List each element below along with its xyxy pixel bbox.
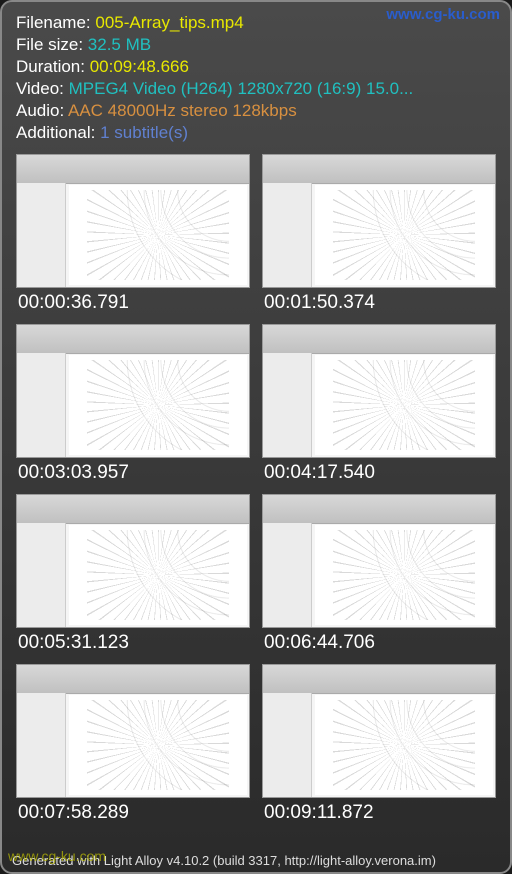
thumbnail-cell[interactable]: 00:06:44.706 bbox=[262, 494, 496, 654]
thumbnail-timestamp: 00:07:58.289 bbox=[16, 798, 250, 824]
metadata-block: Filename: 005-Array_tips.mp4 File size: … bbox=[10, 8, 502, 152]
contact-sheet: www.cg-ku.com Filename: 005-Array_tips.m… bbox=[0, 0, 512, 874]
video-row: Video: MPEG4 Video (H264) 1280x720 (16:9… bbox=[16, 78, 496, 100]
filesize-value: 32.5 MB bbox=[88, 35, 151, 54]
thumbnail-timestamp: 00:05:31.123 bbox=[16, 628, 250, 654]
thumbnail-timestamp: 00:09:11.872 bbox=[262, 798, 496, 824]
watermark-top: www.cg-ku.com bbox=[386, 6, 500, 23]
thumbnail-timestamp: 00:06:44.706 bbox=[262, 628, 496, 654]
thumbnail-timestamp: 00:00:36.791 bbox=[16, 288, 250, 314]
video-value: MPEG4 Video (H264) 1280x720 (16:9) 15.0.… bbox=[69, 79, 414, 98]
thumbnail-cell[interactable]: 00:07:58.289 bbox=[16, 664, 250, 824]
filesize-label: File size: bbox=[16, 35, 88, 54]
additional-label: Additional: bbox=[16, 123, 100, 142]
thumbnail-image bbox=[262, 154, 496, 288]
thumbnail-cell[interactable]: 00:00:36.791 bbox=[16, 154, 250, 314]
audio-value: AAC 48000Hz stereo 128kbps bbox=[68, 101, 297, 120]
thumbnail-timestamp: 00:03:03.957 bbox=[16, 458, 250, 484]
additional-row: Additional: 1 subtitle(s) bbox=[16, 122, 496, 144]
thumbnail-cell[interactable]: 00:09:11.872 bbox=[262, 664, 496, 824]
filename-label: Filename: bbox=[16, 13, 95, 32]
thumbnail-cell[interactable]: 00:04:17.540 bbox=[262, 324, 496, 484]
thumbnail-timestamp: 00:04:17.540 bbox=[262, 458, 496, 484]
additional-value: 1 subtitle(s) bbox=[100, 123, 188, 142]
thumbnail-timestamp: 00:01:50.374 bbox=[262, 288, 496, 314]
thumbnail-image bbox=[262, 494, 496, 628]
duration-value: 00:09:48.666 bbox=[90, 57, 189, 76]
filename-value: 005-Array_tips.mp4 bbox=[95, 13, 243, 32]
video-label: Video: bbox=[16, 79, 69, 98]
thumbnail-image bbox=[16, 324, 250, 458]
duration-label: Duration: bbox=[16, 57, 90, 76]
thumbnail-image bbox=[16, 494, 250, 628]
audio-label: Audio: bbox=[16, 101, 68, 120]
audio-row: Audio: AAC 48000Hz stereo 128kbps bbox=[16, 100, 496, 122]
thumbnail-cell[interactable]: 00:01:50.374 bbox=[262, 154, 496, 314]
watermark-bottom: www.cg-ku.com bbox=[8, 848, 106, 864]
filesize-row: File size: 32.5 MB bbox=[16, 34, 496, 56]
thumbnail-image bbox=[262, 664, 496, 798]
thumbnail-cell[interactable]: 00:05:31.123 bbox=[16, 494, 250, 654]
thumbnail-cell[interactable]: 00:03:03.957 bbox=[16, 324, 250, 484]
duration-row: Duration: 00:09:48.666 bbox=[16, 56, 496, 78]
thumbnail-image bbox=[16, 154, 250, 288]
thumbnail-image bbox=[262, 324, 496, 458]
thumbnail-grid: 00:00:36.791 00:01:50.374 00:03:03.957 0… bbox=[10, 152, 502, 826]
thumbnail-image bbox=[16, 664, 250, 798]
